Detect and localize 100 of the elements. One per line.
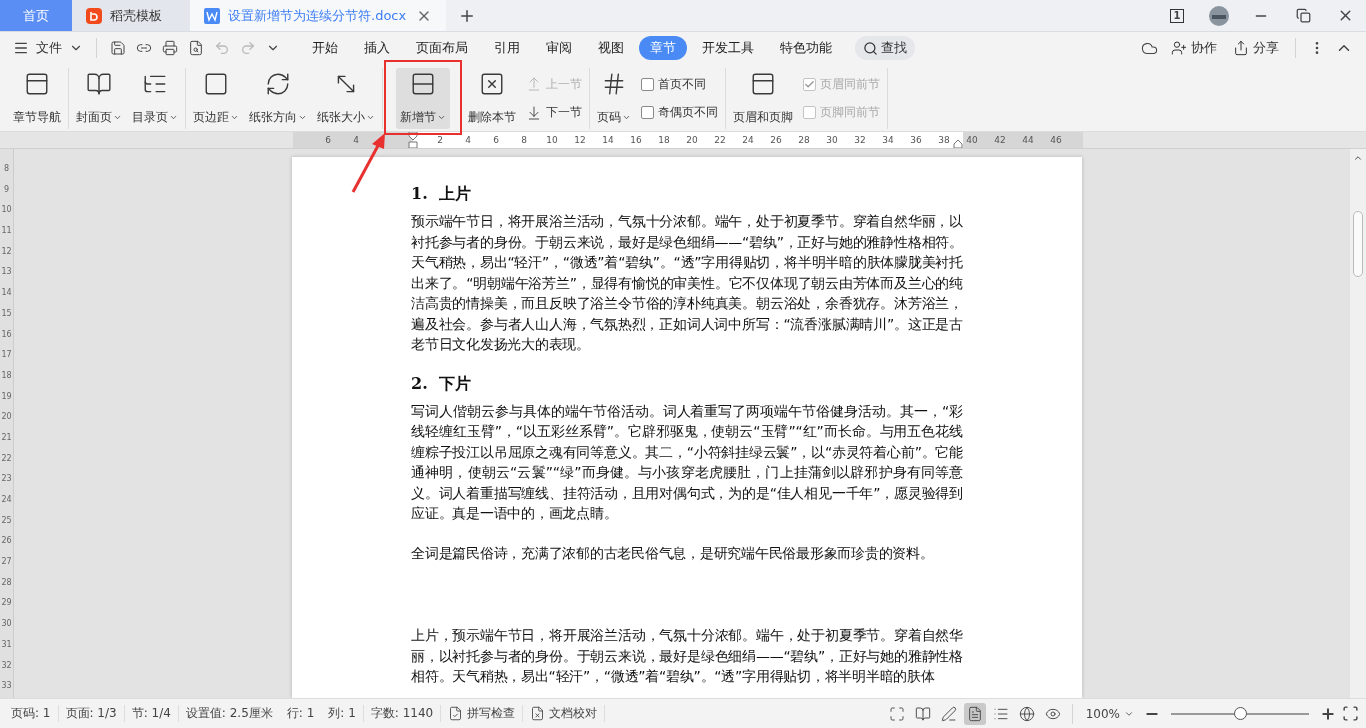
preview-icon[interactable]: [188, 40, 204, 56]
ruler-number: 18: [657, 134, 671, 147]
status-text: 节: 1/4: [124, 705, 179, 722]
ruler-number: 30: [0, 618, 13, 631]
caret-icon: [169, 113, 178, 122]
fullscreen-icon: [888, 705, 905, 722]
status-button[interactable]: 拼写检查: [441, 705, 524, 722]
panel-icon: [24, 71, 50, 97]
down-arrow-icon: [526, 104, 542, 121]
ruler-number: 22: [713, 134, 727, 147]
caret-icon: [230, 113, 239, 122]
ribbon-button[interactable]: 页边距: [189, 68, 243, 129]
ruler-number: 16: [629, 134, 643, 147]
ruler-number: 42: [993, 134, 1007, 147]
ruler-number: 13: [0, 266, 13, 279]
search-icon: [863, 40, 878, 56]
book-icon: [86, 71, 112, 97]
page-icon: [203, 71, 229, 97]
ruler-number: 12: [573, 134, 587, 147]
menu-tab[interactable]: 引用: [483, 36, 531, 60]
slider-thumb[interactable]: [1234, 706, 1247, 720]
ribbon-button[interactable]: 纸张方向: [245, 68, 311, 129]
caret-icon: [437, 113, 446, 122]
menu-tab[interactable]: 特色功能: [769, 36, 843, 60]
check-doc-icon: [448, 706, 464, 721]
view-button[interactable]: [963, 702, 986, 725]
ruler-number: 21: [0, 431, 13, 444]
action-button[interactable]: 分享: [1227, 39, 1285, 57]
ruler-number: 8: [2, 163, 11, 175]
file-menu[interactable]: 文件: [36, 39, 62, 57]
caret-icon: [113, 113, 122, 122]
ruler-number: 4: [352, 134, 360, 147]
ribbon-button[interactable]: 下一节: [526, 104, 582, 122]
ruler-number: 10: [545, 134, 559, 147]
indent-marker[interactable]: [408, 132, 418, 148]
ribbon-button[interactable]: 删除本节: [464, 68, 520, 129]
ruler-number: 32: [853, 134, 867, 147]
checkbox[interactable]: [641, 106, 654, 120]
ruler-number: 31: [0, 638, 13, 651]
zoom-dropdown[interactable]: 100%: [1078, 706, 1141, 721]
status-text: 字数: 1140: [363, 705, 442, 722]
ruler-number: 34: [881, 134, 895, 147]
search-button[interactable]: 查找: [855, 36, 915, 60]
menu-tab[interactable]: 开始: [301, 36, 349, 60]
ribbon-button[interactable]: 纸张大小: [313, 68, 379, 129]
status-text: 页面: 1/3: [58, 705, 125, 722]
ruler-number: 33: [0, 680, 13, 693]
ruler-number: 27: [0, 556, 13, 569]
ruler-number: 9: [2, 183, 11, 196]
ruler-number: 18: [0, 369, 13, 382]
web-icon: [1018, 705, 1035, 722]
ribbon-button[interactable]: 目录页: [128, 68, 182, 129]
tab[interactable]: 稻壳模板: [72, 0, 190, 31]
ribbon-button[interactable]: 页眉和页脚: [729, 68, 797, 129]
ruler-number: 32: [0, 659, 13, 672]
menu-tab[interactable]: 审阅: [535, 36, 583, 60]
ribbon-button[interactable]: 新增节: [396, 68, 450, 129]
checkbox-option[interactable]: 首页不同: [641, 75, 718, 93]
flame-logo-icon: [86, 7, 102, 24]
ruler-number: 24: [0, 494, 13, 506]
page-view-icon: [966, 705, 983, 722]
save-icon[interactable]: [110, 40, 126, 56]
ruler-number: 16: [0, 328, 13, 341]
ribbon-button[interactable]: 页码: [593, 68, 635, 129]
fit-page-icon[interactable]: [1342, 705, 1359, 722]
menu-tab[interactable]: 视图: [587, 36, 635, 60]
scroll-up-icon[interactable]: [1353, 153, 1363, 163]
checkbox[interactable]: [641, 77, 654, 91]
menu-tab[interactable]: 页面布局: [405, 36, 479, 60]
action-button[interactable]: 协作: [1165, 39, 1223, 57]
checkbox-option[interactable]: 奇偶页不同: [641, 104, 718, 122]
share-icon: [1233, 40, 1249, 56]
caret-icon: [298, 113, 307, 122]
ruler-number: 10: [0, 204, 13, 217]
window-count-badge[interactable]: 1: [1169, 8, 1185, 23]
rows-icon: [410, 71, 436, 97]
menu-tab[interactable]: 开发工具: [691, 36, 765, 60]
ruler-number: 29: [0, 597, 13, 610]
avatar-icon[interactable]: [1209, 5, 1229, 26]
menu-tab[interactable]: 插入: [353, 36, 401, 60]
caret-icon: [366, 113, 375, 122]
ruler-number: 15: [0, 307, 13, 320]
restore-icon[interactable]: [1295, 8, 1311, 23]
ruler-number: 25: [0, 514, 13, 527]
ruler-number: 30: [825, 134, 839, 147]
tab[interactable]: 设置新增节为连续分节符.docx: [190, 0, 446, 31]
ruler-number: 20: [685, 134, 699, 147]
zoom-in-icon[interactable]: [1320, 705, 1336, 722]
scrollbar[interactable]: [1350, 149, 1366, 698]
section-heading: 2. 下片: [411, 373, 472, 395]
print-icon[interactable]: [162, 40, 178, 56]
ribbon-button[interactable]: 封面页: [72, 68, 126, 129]
status-button[interactable]: 文档校对: [523, 705, 606, 722]
reading-icon: [914, 705, 931, 722]
body-paragraph: 上片，预示端午节日，将开展浴兰活动，气氛十分浓郁。端午，处于初夏季节。穿着自然华丽，以衬托参与者的身份。于朝云来说，最好是绿色细绢——“碧纨”，正好与她的雅静性格相符。天气稍热，易出“轻汗”，“微透”着“碧纨”。“透”字用得贴切，将半明半暗的肤体: [411, 626, 963, 686]
scroll-thumb[interactable]: [1353, 211, 1363, 277]
ribbon-button[interactable]: 章节导航: [9, 68, 65, 129]
menu-icon[interactable]: [13, 40, 29, 56]
ruler-number: 24: [741, 134, 755, 147]
ruler-number: 20: [0, 411, 13, 424]
